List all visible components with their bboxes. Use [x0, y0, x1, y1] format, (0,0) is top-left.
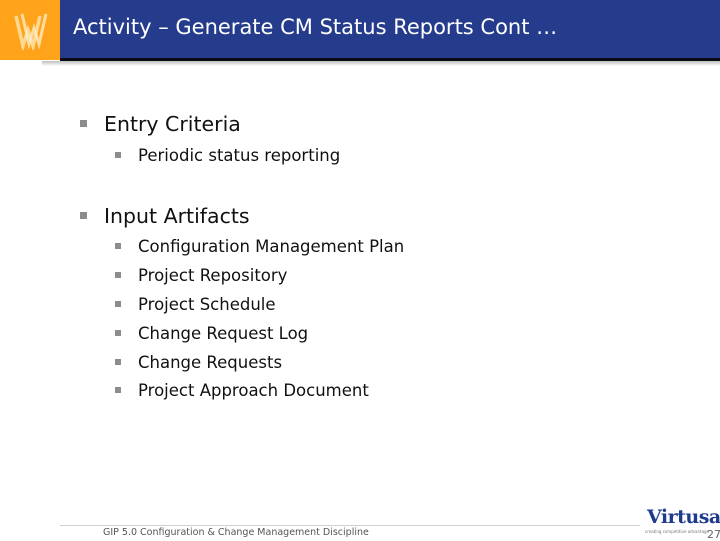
square-bullet-icon [115, 358, 121, 365]
list-item: Configuration Management Plan [115, 237, 404, 256]
list-item: Project Approach Document [115, 381, 369, 400]
footer-text: GIP 5.0 Configuration & Change Managemen… [103, 527, 369, 538]
brand-tagline: creating competitive advantage [645, 529, 710, 534]
list-item: Project Schedule [115, 295, 276, 314]
section-heading-entry-criteria: Entry Criteria [80, 112, 241, 136]
footer-divider [60, 525, 640, 526]
list-item: Periodic status reporting [115, 146, 340, 165]
section-heading-input-artifacts: Input Artifacts [80, 204, 250, 228]
company-logo [0, 0, 60, 60]
square-bullet-icon [115, 151, 121, 158]
virtusa-logo: Virtusa [647, 506, 720, 528]
square-bullet-icon [115, 329, 121, 336]
square-bullet-icon [80, 119, 87, 127]
square-bullet-icon [115, 242, 121, 249]
header-shadow [42, 61, 720, 66]
square-bullet-icon [80, 211, 87, 219]
page-number: 27 [707, 528, 720, 541]
slide-title: Activity – Generate CM Status Reports Co… [73, 15, 558, 39]
list-item: Project Repository [115, 266, 287, 285]
list-item: Change Requests [115, 353, 282, 372]
square-bullet-icon [115, 386, 121, 393]
square-bullet-icon [115, 271, 121, 278]
ww-monogram-icon [14, 13, 48, 50]
square-bullet-icon [115, 300, 121, 307]
list-item: Change Request Log [115, 324, 308, 343]
